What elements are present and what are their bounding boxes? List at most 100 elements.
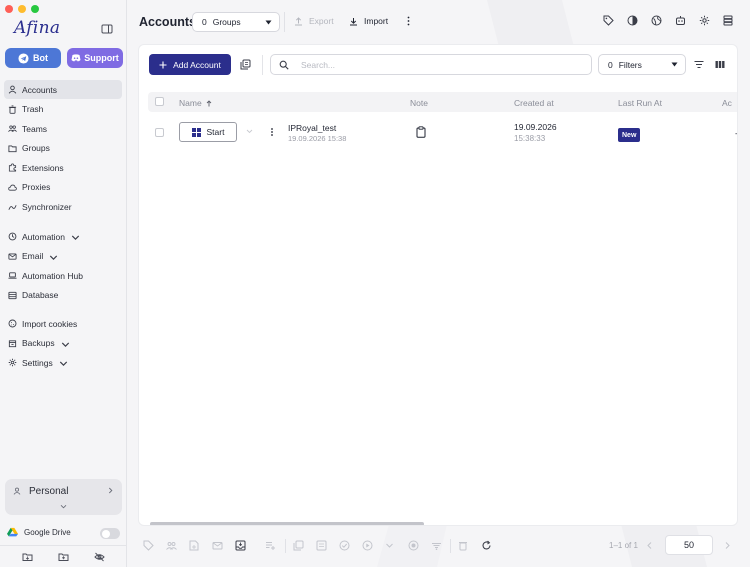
cookie-icon (8, 319, 17, 328)
incognito-icon[interactable] (627, 15, 638, 26)
account-name[interactable]: IPRoyal_test (288, 123, 336, 133)
horizontal-scrollbar[interactable] (150, 522, 424, 525)
sidebar-item-extensions[interactable]: Extensions (4, 158, 122, 177)
column-header-created-at[interactable]: Created at (514, 98, 554, 108)
close-window-button[interactable] (5, 5, 13, 13)
column-header-last-run-at[interactable]: Last Run At (618, 98, 662, 108)
sort-filter-icon[interactable] (694, 60, 704, 69)
mail-icon[interactable] (212, 540, 223, 551)
tag-icon[interactable] (143, 540, 154, 551)
sidebar-item-trash[interactable]: Trash (4, 100, 122, 119)
chevron-right-icon (107, 487, 114, 494)
robot-icon[interactable] (675, 15, 686, 26)
stop-circle-icon[interactable] (408, 540, 419, 551)
sidebar-item-database[interactable]: Database (4, 286, 122, 305)
minimize-window-button[interactable] (18, 5, 26, 13)
sidebar-item-groups[interactable]: Groups (4, 139, 122, 158)
folder-add-icon[interactable] (58, 552, 69, 562)
chevron-right-icon[interactable] (724, 540, 731, 551)
column-header-truncated[interactable]: Ac (722, 98, 732, 108)
groups-select[interactable]: 0 Groups (192, 12, 280, 32)
start-button[interactable]: Start (179, 122, 237, 142)
workspace-name: Personal (29, 486, 69, 497)
app-logo: Afina (14, 18, 61, 38)
sidebar-nav-settings: Import cookies Backups Settings (4, 314, 122, 373)
export-button[interactable]: Export (294, 16, 334, 26)
groups-label: Groups (212, 17, 241, 27)
table-row[interactable]: Start IPRoyal_test 19.09.2026 15:38 19.0… (148, 117, 738, 149)
filters-select[interactable]: 0 Filters (598, 54, 686, 75)
chevron-down-icon[interactable] (60, 503, 67, 510)
sidebar-item-automation-hub[interactable]: Automation Hub (4, 266, 122, 285)
sidebar-item-label: Backups (22, 338, 55, 349)
bot-button[interactable]: Bot (5, 48, 61, 68)
sidebar-toggle-icon[interactable] (101, 23, 113, 35)
sidebar-item-synchronizer[interactable]: Synchronizer (4, 198, 122, 217)
save-profile-icon[interactable] (235, 540, 246, 551)
add-account-button[interactable]: Add Account (149, 54, 231, 75)
play-circle-icon[interactable] (362, 540, 373, 551)
windows-icon (191, 127, 201, 137)
globe-icon[interactable] (651, 15, 662, 26)
user-icon (8, 85, 17, 94)
divider (285, 539, 286, 553)
export-label: Export (309, 16, 334, 26)
trash-icon[interactable] (458, 540, 468, 551)
search-input[interactable] (301, 59, 581, 70)
import-button[interactable]: Import (349, 16, 388, 26)
layers-icon[interactable] (723, 15, 733, 26)
copy-icon[interactable] (293, 540, 304, 551)
columns-icon[interactable] (715, 60, 725, 69)
upload-icon (294, 16, 303, 26)
sidebar-item-automation[interactable]: Automation (4, 227, 122, 246)
search-field[interactable] (270, 54, 592, 75)
sidebar-item-email[interactable]: Email (4, 247, 122, 266)
folder-open-icon[interactable] (22, 552, 33, 562)
clipboard-icon[interactable] (416, 126, 426, 138)
column-header-note[interactable]: Note (410, 98, 428, 108)
sidebar-item-proxies[interactable]: Proxies (4, 178, 122, 197)
sidebar-item-accounts[interactable]: Accounts (4, 80, 122, 99)
page-header: Accounts 0 Groups Export Import (127, 0, 750, 44)
select-all-checkbox[interactable] (155, 97, 164, 106)
sidebar-item-label: Import cookies (22, 318, 78, 329)
sidebar-item-import-cookies[interactable]: Import cookies (4, 314, 122, 333)
proxy-check-icon[interactable] (339, 540, 350, 551)
chevron-down-icon (71, 233, 80, 240)
more-options-icon[interactable] (406, 16, 411, 26)
maximize-window-button[interactable] (31, 5, 39, 13)
sidebar-item-label: Database (22, 290, 59, 301)
tag-icon[interactable] (603, 15, 614, 26)
chevron-left-icon[interactable] (646, 540, 653, 551)
chevron-down-icon[interactable] (246, 129, 253, 134)
team-icon (8, 124, 17, 133)
playlist-add-icon[interactable] (265, 540, 276, 551)
workspace-switcher[interactable]: Personal (5, 479, 122, 515)
main-content: Accounts 0 Groups Export Import Add Acco… (127, 0, 750, 567)
truncated-cell: - (735, 128, 738, 138)
plus-icon (159, 61, 167, 69)
sidebar-item-label: Accounts (22, 84, 57, 95)
support-button[interactable]: Support (67, 48, 123, 68)
eye-off-icon[interactable] (93, 552, 105, 562)
pagination-info: 1–1 of 1 (609, 541, 638, 550)
column-header-name[interactable]: Name (179, 98, 212, 108)
sidebar-item-settings[interactable]: Settings (4, 353, 122, 372)
copy-icon[interactable] (240, 59, 251, 70)
wifi-icon[interactable] (431, 540, 442, 551)
chevron-down-icon[interactable] (385, 540, 394, 551)
file-export-icon[interactable] (189, 540, 199, 551)
cookie-box-icon[interactable] (316, 540, 327, 551)
google-drive-toggle[interactable] (100, 528, 120, 539)
page-title: Accounts (139, 15, 196, 29)
row-checkbox[interactable] (155, 128, 164, 137)
sidebar-item-label: Synchronizer (22, 202, 72, 213)
sidebar-item-backups[interactable]: Backups (4, 334, 122, 353)
row-more-options-icon[interactable] (270, 127, 274, 137)
telegram-icon (18, 52, 29, 64)
page-size-select[interactable]: 50 (665, 535, 713, 555)
team-icon[interactable] (166, 540, 177, 551)
sidebar-item-teams[interactable]: Teams (4, 119, 122, 138)
refresh-icon[interactable] (481, 540, 492, 551)
gear-icon[interactable] (699, 15, 710, 26)
